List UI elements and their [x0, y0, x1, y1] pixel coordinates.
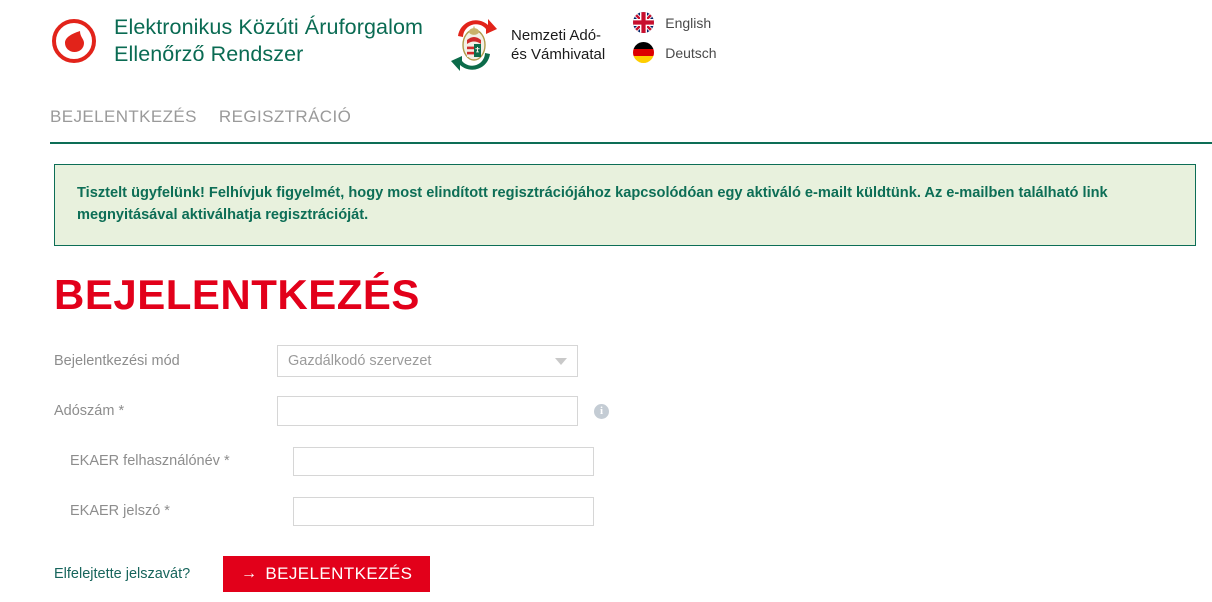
- brand-line-1: Elektronikus Közúti Áruforgalom: [114, 15, 424, 39]
- username-label: EKAER felhasználónév *: [70, 453, 230, 469]
- language-label-deutsch: Deutsch: [665, 44, 717, 61]
- login-mode-select-value[interactable]: Gazdálkodó szervezet: [277, 345, 578, 377]
- site-header: Elektronikus Közúti Áruforgalom Ellenőrz…: [0, 0, 1212, 96]
- forgot-password-link[interactable]: Elfelejtette jelszavát?: [54, 566, 223, 582]
- arrow-right-icon: →: [241, 565, 258, 582]
- main-navigation: BEJELENTKEZÉS REGISZTRÁCIÓ: [0, 96, 1212, 138]
- tab-bejelentkezes[interactable]: BEJELENTKEZÉS: [50, 107, 197, 127]
- language-label-english: English: [665, 14, 712, 31]
- authority-line-2: és Vámhivatal: [511, 46, 606, 63]
- ekaer-droplet-icon: [50, 17, 98, 65]
- tax-number-input[interactable]: [277, 396, 578, 426]
- nav-hungarian-coat-of-arms-icon: [445, 14, 503, 76]
- nav-authority-block: Nemzeti Adó- és Vámhivatal: [445, 14, 605, 76]
- login-button-label: BEJELENTKEZÉS: [265, 564, 413, 583]
- brand-name: Elektronikus Közúti Áruforgalom Ellenőrz…: [114, 14, 423, 68]
- brand: Elektronikus Közúti Áruforgalom Ellenőrz…: [50, 14, 423, 68]
- form-row-username: EKAER felhasználónév *: [54, 442, 1212, 480]
- authority-name: Nemzeti Adó- és Vámhivatal: [511, 26, 605, 64]
- form-row-tax-number: Adószám * i: [54, 392, 1212, 430]
- authority-line-1: Nemzeti Adó-: [511, 27, 602, 44]
- form-row-login-mode: Bejelentkezési mód Gazdálkodó szervezet: [54, 342, 1212, 380]
- brand-line-2: Ellenőrző Rendszer: [114, 42, 304, 66]
- login-mode-select[interactable]: Gazdálkodó szervezet: [277, 345, 578, 377]
- uk-flag-icon: [633, 12, 655, 33]
- password-input[interactable]: [293, 496, 594, 526]
- registration-activation-alert: Tisztelt ügyfelünk! Felhívjuk figyelmét,…: [54, 164, 1196, 246]
- alert-message: Tisztelt ügyfelünk! Felhívjuk figyelmét,…: [77, 185, 1108, 223]
- info-circle-icon[interactable]: i: [594, 403, 609, 419]
- login-mode-label: Bejelentkezési mód: [54, 353, 180, 369]
- login-button[interactable]: → BEJELENTKEZÉS: [223, 556, 431, 592]
- tax-number-label: Adószám *: [54, 403, 125, 419]
- language-option-deutsch[interactable]: Deutsch: [633, 42, 717, 63]
- password-label: EKAER jelszó *: [70, 503, 170, 519]
- header-divider: [50, 142, 1212, 144]
- page-title: BEJELENTKEZÉS: [54, 271, 420, 318]
- login-form: Bejelentkezési mód Gazdálkodó szervezet …: [0, 342, 1212, 530]
- tab-regisztracio[interactable]: REGISZTRÁCIÓ: [219, 107, 351, 127]
- login-actions: Elfelejtette jelszavát? → BEJELENTKEZÉS: [0, 556, 1212, 592]
- form-row-password: EKAER jelszó *: [54, 492, 1212, 530]
- language-option-english[interactable]: English: [633, 12, 716, 33]
- germany-flag-icon: [633, 42, 655, 63]
- language-selector: English Deutsch: [633, 12, 717, 63]
- username-input[interactable]: [293, 446, 594, 476]
